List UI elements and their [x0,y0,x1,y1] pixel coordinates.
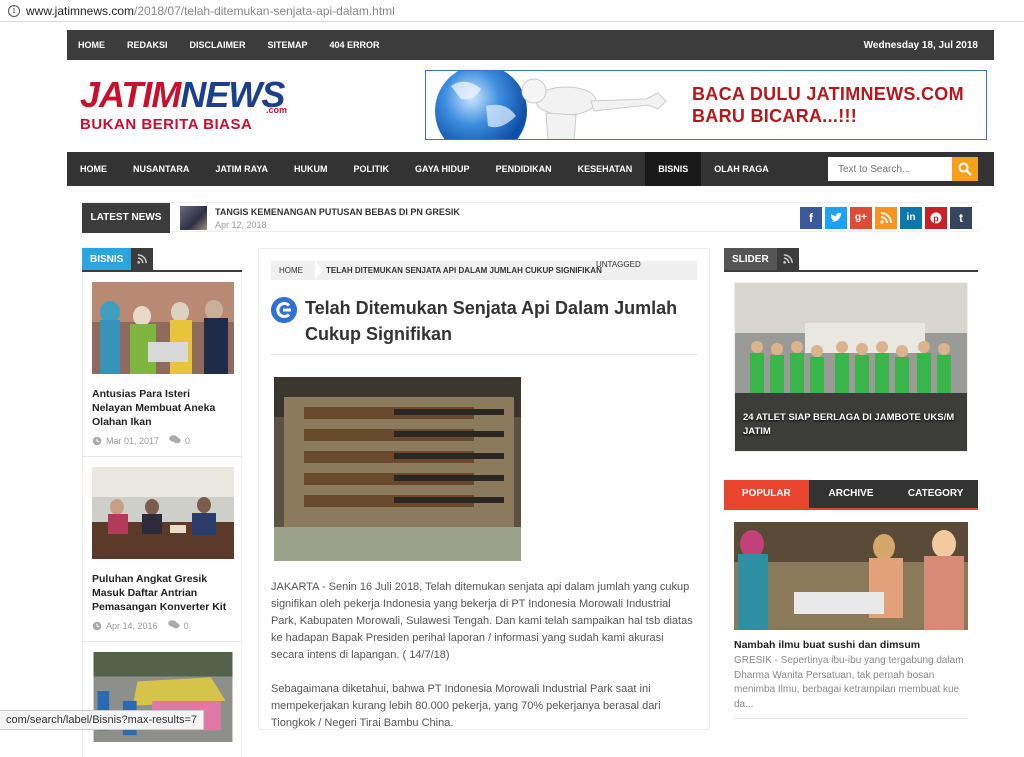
nav-hukum[interactable]: HUKUM [281,152,341,186]
browser-status-bar: com/search/label/Bisnis?max-results=7 [0,710,205,730]
post-title[interactable]: Antusias Para Isteri Nelayan Membuat Ane… [92,387,232,429]
latest-news-title[interactable]: TANGIS KEMENANGAN PUTUSAN BEBAS DI PN GR… [215,207,460,217]
sidebar-tabs: POPULAR ARCHIVE CATEGORY [724,480,978,510]
post-meta: Mar 01, 2017 0 [92,435,232,446]
facebook-icon[interactable]: f [800,207,822,229]
breadcrumb-current: TELAH DITEMUKAN SENJATA API DALAM JUMLAH… [326,266,602,275]
comment-count: 0 [185,435,191,446]
article-paragraph: Sebagaimana diketahui, bahwa PT Indonesi… [271,683,661,729]
tab-popular[interactable]: POPULAR [724,480,809,508]
latest-news-label: LATEST NEWS [82,203,170,233]
logo-tagline: BUKAN BERITA BIASA [80,116,253,133]
logo-jatim: JATIM [80,74,181,115]
breadcrumb-home[interactable]: HOME [279,261,303,280]
latest-news-thumbnail[interactable] [180,206,207,230]
comments-icon [169,435,181,446]
logo-com: .com [266,105,288,115]
post-meta: Apr 14, 2016 0 [92,620,232,631]
article-panel: HOME TELAH DITEMUKAN SENJATA API DALAM J… [258,248,710,730]
nav-politik[interactable]: POLITIK [341,152,403,186]
url-path: /2018/07/telah-ditemukan-senjata-api-dal… [134,3,395,18]
topnav-home[interactable]: HOME [67,40,116,50]
slider-caption[interactable]: 24 ATLET SIAP BERLAGA DI JAMBOTE UKS/M J… [743,411,958,439]
clock-icon [92,621,102,630]
search-input[interactable] [828,157,952,181]
post-format-icon [271,297,297,323]
divider [734,718,968,719]
section-header-bisnis: BISNIS [82,248,242,272]
right-sidebar: SLIDER 24 ATLET SIAP BERLAGA DI JAMBOTE … [724,248,978,452]
url-domain: www.jatimnews.com [26,3,135,18]
nav-olah-raga[interactable]: OLAH RAGA [701,152,782,186]
rss-icon[interactable] [131,248,154,270]
nav-kesehatan[interactable]: KESEHATAN [565,152,646,186]
post-thumbnail[interactable] [92,282,234,374]
main-navigation: HOME NUSANTARA JATIM RAYA HUKUM POLITIK … [67,152,994,186]
popular-post-excerpt: GRESIK - Sepertinya ibu-ibu yang tergabu… [734,655,964,710]
google-plus-icon[interactable]: g+ [850,207,872,229]
post-title[interactable]: Puluhan Angkat Gresik Masuk Daftar Antri… [92,572,232,614]
rss-icon[interactable] [875,207,897,229]
tab-category[interactable]: CATEGORY [893,480,978,508]
left-sidebar: BISNIS Antusias Para Isteri Nelayan Memb… [82,248,242,757]
list-item[interactable]: Puluhan Angkat Gresik Masuk Daftar Antri… [82,457,242,642]
globe-figure-illustration [435,71,667,139]
nav-nusantara[interactable]: NUSANTARA [120,152,202,186]
tab-archive[interactable]: ARCHIVE [809,480,894,508]
breadcrumb-tag[interactable]: UNTAGGED [596,255,641,274]
site-info-icon[interactable]: i [8,4,20,17]
article-paragraph: JAKARTA - Senin 16 Juli 2018, Telah dite… [271,581,693,661]
top-navigation: HOME REDAKSI DISCLAIMER SITEMAP 404 ERRO… [67,30,994,60]
site-logo[interactable]: JATIMNEWS .com BUKAN BERITA BIASA [80,77,295,138]
logo-wordmark: JATIMNEWS [80,77,295,113]
list-item[interactable] [82,642,242,757]
nav-home[interactable]: HOME [67,152,120,186]
latest-news-bar: LATEST NEWS TANGIS KEMENANGAN PUTUSAN BE… [82,202,978,233]
social-icons: f g+ in p t [800,207,972,229]
section-header-slider: SLIDER [724,248,978,272]
search-button[interactable] [952,157,978,181]
section-label-bisnis[interactable]: BISNIS [82,248,132,270]
article-body: JAKARTA - Senin 16 Juli 2018, Telah dite… [271,579,699,749]
breadcrumb-separator [315,261,323,279]
article-title: Telah Ditemukan Senjata Api Dalam Jumlah… [305,298,678,344]
twitter-icon[interactable] [825,207,847,229]
tumblr-icon[interactable]: t [950,207,972,229]
latest-news-date: Apr 12, 2018 [215,220,267,230]
post-date: Mar 01, 2017 [106,435,160,446]
topnav-sitemap[interactable]: SITEMAP [257,40,319,50]
popular-post-thumbnail[interactable] [734,522,968,630]
comments-icon [167,620,180,631]
section-label-slider: SLIDER [724,248,777,270]
linkedin-icon[interactable]: in [900,207,922,229]
rss-icon[interactable] [776,248,799,270]
topnav-disclaimer[interactable]: DISCLAIMER [179,40,257,50]
svg-text:p: p [933,214,939,224]
post-date: Apr 14, 2016 [106,620,158,631]
banner-text: BACA DULU JATIMNEWS.COM BARU BICARA...!!… [692,83,964,127]
pinterest-icon[interactable]: p [925,207,947,229]
banner-line-1: BACA DULU JATIMNEWS.COM [692,84,964,104]
search-box [828,157,978,181]
post-thumbnail[interactable] [92,467,234,559]
slider-image[interactable]: 24 ATLET SIAP BERLAGA DI JAMBOTE UKS/M J… [734,282,968,452]
header-date: Wednesday 18, Jul 2018 [863,39,978,51]
nav-pendidikan[interactable]: PENDIDIKAN [483,152,565,186]
topnav-404-error[interactable]: 404 ERROR [319,40,391,50]
breadcrumb: HOME TELAH DITEMUKAN SENJATA API DALAM J… [271,260,697,280]
popular-post-title[interactable]: Nambah ilmu buat sushi dan dimsum [734,639,920,651]
divider [271,354,697,355]
comment-count: 0 [183,620,189,631]
topnav-redaksi[interactable]: REDAKSI [116,40,179,50]
browser-url-bar[interactable]: i www.jatimnews.com/2018/07/telah-ditemu… [0,0,1024,22]
article-image[interactable] [274,377,521,561]
header-banner[interactable]: BACA DULU JATIMNEWS.COM BARU BICARA...!!… [425,70,987,140]
nav-bisnis[interactable]: BISNIS [645,152,702,186]
list-item[interactable]: Antusias Para Isteri Nelayan Membuat Ane… [82,272,242,457]
nav-gaya-hidup[interactable]: GAYA HIDUP [402,152,483,186]
banner-line-2: BARU BICARA...!!! [692,106,858,126]
search-icon [958,162,972,176]
clock-icon [92,436,102,445]
nav-jatim-raya[interactable]: JATIM RAYA [202,152,281,186]
